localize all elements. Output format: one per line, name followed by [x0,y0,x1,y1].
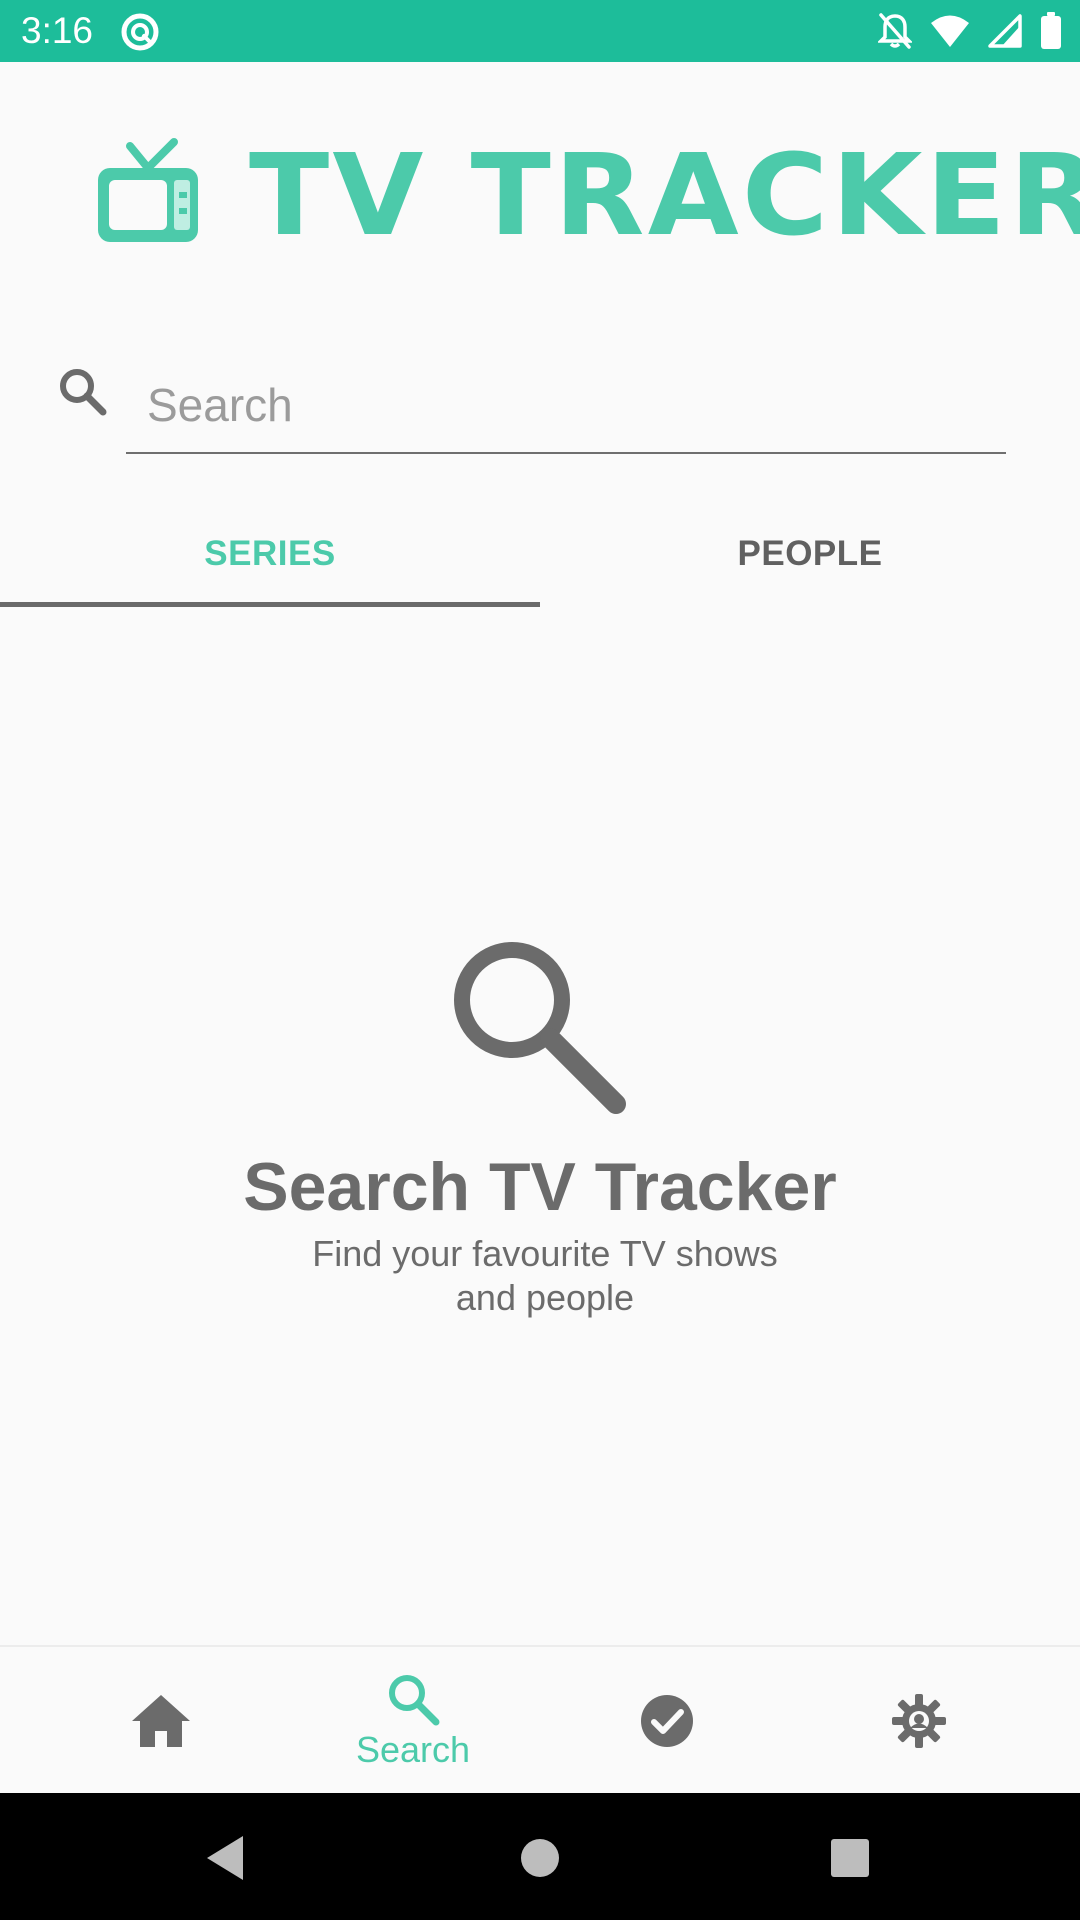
nav-item-watched[interactable] [532,1647,802,1795]
bottom-navigation: Search [0,1645,1080,1793]
nav-item-search[interactable]: Search [278,1647,548,1795]
tab-bar: SERIES PEOPLE [0,500,1080,608]
status-time: 3:16 [21,10,94,51]
settings-icon [891,1693,947,1749]
check-circle-icon [639,1693,695,1749]
home-circle-icon[interactable] [505,1823,575,1893]
nav-item-home[interactable] [26,1647,296,1795]
tv-icon [94,138,202,246]
search-icon [57,366,109,418]
empty-state-title: Search TV Tracker [243,1149,837,1225]
recents-square-icon[interactable] [815,1823,885,1893]
search-input[interactable] [126,358,1006,454]
status-bar: 3:16 [0,0,1080,62]
nav-label-search: Search [355,1729,471,1770]
tab-series[interactable]: SERIES [0,500,540,608]
battery-icon [1040,12,1062,50]
system-navigation-bar [0,1793,1080,1920]
tab-people[interactable]: PEOPLE [540,500,1080,608]
nav-item-settings[interactable] [784,1647,1054,1795]
app-title: TV TRACKER [249,131,1080,261]
wifi-icon [930,14,970,48]
sync-circle-icon [120,12,160,52]
search-icon [450,938,630,1118]
empty-state-subtitle: Find your favourite TV shows and people [312,1233,778,1318]
app-logo: TV TRACKER [94,138,1080,252]
tab-indicator [0,602,540,607]
status-icons [878,11,1062,51]
search-icon [385,1671,441,1727]
back-icon[interactable] [190,1823,260,1893]
cellular-signal-icon [988,14,1022,48]
home-icon [130,1693,192,1749]
notifications-off-icon [878,12,912,50]
